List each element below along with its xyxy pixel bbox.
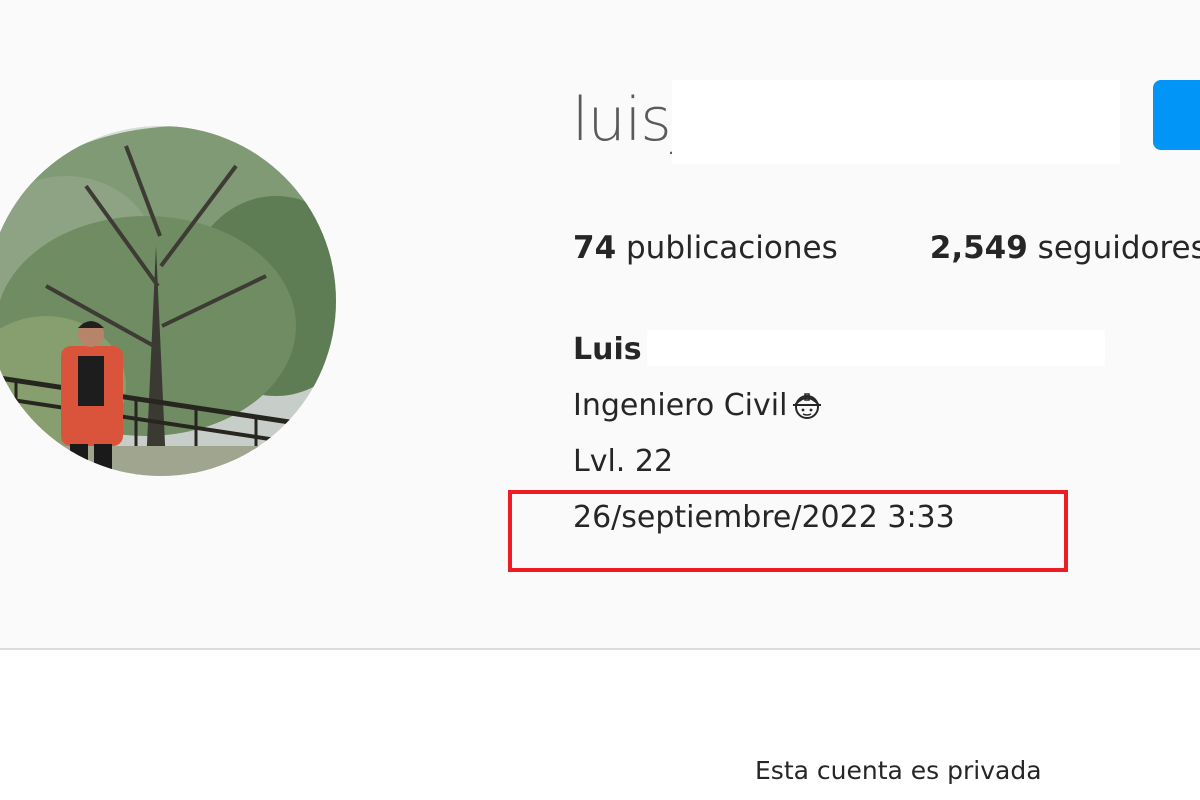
followers-label: seguidores (1027, 230, 1200, 266)
construction-worker-emoji-icon (791, 389, 823, 432)
posts-stat[interactable]: 74 publicaciones (573, 226, 838, 270)
bio-line-occupation: Ingeniero Civil (573, 386, 955, 442)
posts-label: publicaciones (616, 230, 838, 266)
profile-header: luis_ 74 publicaciones 2,549 seguidores L… (0, 0, 1200, 650)
private-account-notice: Esta cuenta es privada (755, 756, 1042, 785)
avatar[interactable] (0, 126, 336, 476)
avatar-photo (0, 126, 336, 476)
followers-stat[interactable]: 2,549 seguidores (930, 226, 1200, 270)
profile-stats: 74 publicaciones 2,549 seguidores (573, 226, 1200, 270)
full-name-redaction (647, 330, 1105, 366)
posts-count: 74 (573, 230, 617, 266)
username-redaction (672, 80, 1120, 164)
red-highlight-box (508, 490, 1068, 572)
profile-page: luis_ 74 publicaciones 2,549 seguidores L… (0, 0, 1200, 800)
bio-occupation-text: Ingeniero Civil (573, 388, 788, 423)
follow-button[interactable] (1153, 80, 1200, 150)
followers-count: 2,549 (929, 230, 1028, 266)
